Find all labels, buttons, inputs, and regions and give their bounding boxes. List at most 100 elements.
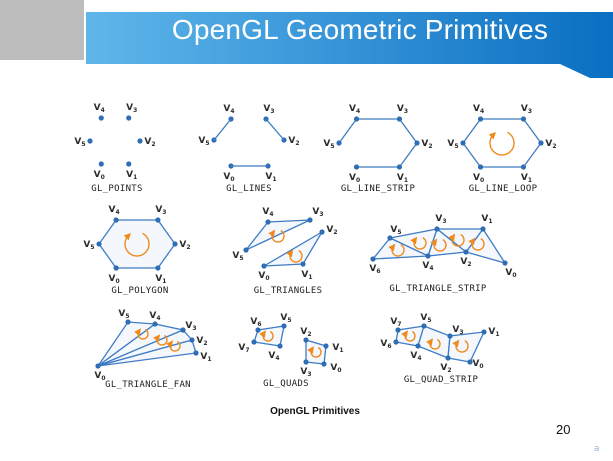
primitive-caption: GL_QUADS [263, 379, 309, 389]
vertex-label: V3 [155, 205, 166, 216]
vertex-label: V2 [545, 139, 556, 150]
vertex-label: V0 [349, 173, 360, 184]
primitive-caption: GL_LINE_STRIP [341, 184, 416, 194]
vertex-label: V1 [488, 327, 499, 338]
vertex-label: V7 [390, 317, 401, 328]
slide: OpenGL Geometric Primitives V4 V3 V5 V2 V0 V1… [0, 0, 613, 461]
vertex-dot [445, 355, 451, 361]
vertex-label: V3 [452, 325, 463, 336]
vertex-dot [95, 363, 101, 369]
vertex-dot [155, 265, 161, 271]
winding-arrow-icon [488, 131, 515, 156]
vertex-dot [172, 241, 178, 247]
edge-polygon [447, 331, 486, 363]
vertex-dot [538, 140, 544, 146]
vertex-label: V3 [435, 214, 446, 225]
vertex-label: V1 [265, 172, 276, 183]
primitive-line-loop: V4 V3 V5 V2 V0 V1GL_LINE_LOOP [447, 104, 556, 194]
primitive-quad-strip: V7 V5 V6 V4 V3 V1 V2 V0 GL_QUAD_STRIP [380, 313, 499, 385]
vertex-label: V4 [109, 205, 120, 216]
vertex-dot [98, 161, 104, 167]
vertex-dot [193, 350, 199, 356]
vertex-label: V1 [332, 343, 343, 354]
vertex-label: V0 [94, 170, 105, 181]
vertex-dot [460, 140, 466, 146]
primitive-caption: GL_POLYGON [111, 286, 168, 296]
vertex-label: V0 [330, 363, 341, 374]
vertex-label: V0 [94, 371, 105, 382]
vertex-label: V5 [118, 309, 129, 320]
primitive-caption: GL_LINES [226, 184, 272, 194]
vertex-label: V6 [250, 317, 261, 328]
vertex-label: V1 [200, 352, 211, 363]
vertex-dot [425, 253, 431, 259]
vertex-dot [265, 219, 271, 225]
primitive-polygon: V4 V3 V5 V2 V0 V1GL_POLYGON [83, 205, 190, 296]
vertex-label: V1 [397, 173, 408, 184]
vertex-label: V5 [83, 240, 94, 251]
vertex-label: V4 [268, 351, 279, 362]
vertex-dot [126, 115, 132, 121]
vertex-dot [323, 343, 329, 349]
vertex-dot [251, 339, 257, 345]
vertex-dot [300, 261, 306, 267]
primitive-points: V4 V3 V5 V2 V0 V1 GL_POINTS [74, 103, 155, 194]
edge-line [265, 118, 285, 141]
primitive-caption: GL_TRIANGLES [254, 286, 323, 296]
vertex-label: V2 [460, 257, 471, 268]
primitive-triangles: V4 V3 V5 V2 V0 V1 GL_TRIANGLES [232, 207, 337, 296]
vertex-label: V0 [472, 359, 483, 370]
primitives-diagram: V4 V3V5 V2V0 V1GL_POINTSV4 V3V5 V2V0 V1GL_LINE… [74, 103, 556, 417]
vertex-dot [307, 217, 313, 223]
vertex-dot [281, 323, 287, 329]
vertex-label: V6 [380, 339, 391, 350]
vertex-dot [255, 327, 261, 333]
vertex-label: V3 [263, 104, 274, 115]
vertex-dot [421, 323, 427, 329]
vertex-label: V5 [232, 251, 243, 262]
vertex-dot [463, 249, 469, 255]
vertex-dot [303, 359, 309, 365]
vertex-label: V3 [126, 103, 137, 114]
edge-polygon [417, 325, 451, 359]
vertex-label: V4 [473, 104, 484, 115]
vertex-label: V3 [300, 367, 311, 378]
vertex-dot [502, 260, 508, 266]
vertex-label: V1 [301, 270, 312, 281]
vertex-label: V2 [288, 136, 299, 147]
vertex-label: V7 [238, 343, 249, 354]
vertex-dot [520, 116, 527, 122]
vertex-dot [126, 161, 132, 167]
vertex-dot [113, 217, 119, 223]
vertex-dot [396, 164, 403, 170]
vertex-label: V4 [410, 351, 421, 362]
primitive-triangle-fan: V5 V4 V3V2 V1 V0GL_TRIANGLE_FAN [94, 309, 211, 390]
vertex-dot [481, 329, 487, 335]
vertex-dot [319, 229, 325, 235]
vertex-dot [243, 247, 249, 253]
vertex-label: V0 [473, 173, 484, 184]
vertex-dot [321, 361, 327, 367]
vertex-label: V2 [326, 225, 337, 236]
edge-polyline [338, 118, 418, 168]
primitive-caption: GL_QUAD_STRIP [404, 375, 479, 385]
vertex-label: V3 [185, 321, 196, 332]
vertex-dot [520, 164, 527, 170]
vertex-label: V5 [74, 137, 85, 148]
vertex-dot [353, 164, 360, 170]
figure-caption: OpenGL Primitives [270, 406, 360, 417]
edge-polygon [98, 219, 176, 269]
vertex-label: V1 [521, 173, 532, 184]
vertex-label: V3 [397, 104, 408, 115]
vertex-label: V5 [447, 139, 458, 150]
primitive-line-strip: V4 V3 V5 V2 V0 V1GL_LINE_STRIP [323, 104, 432, 194]
primitive-caption: GL_POINTS [91, 184, 142, 194]
primitive-caption: GL_LINE_LOOP [469, 184, 538, 194]
primitive-quads: V6 V5 V7 V4 V2 V1 V3 V0 GL_QUADS [238, 313, 343, 389]
vertex-dot [393, 339, 399, 345]
vertex-dot [434, 226, 440, 232]
vertex-label: V2 [440, 363, 451, 374]
vertex-label: V4 [149, 311, 160, 322]
vertex-dot [277, 343, 283, 349]
vertex-dot [152, 321, 158, 327]
